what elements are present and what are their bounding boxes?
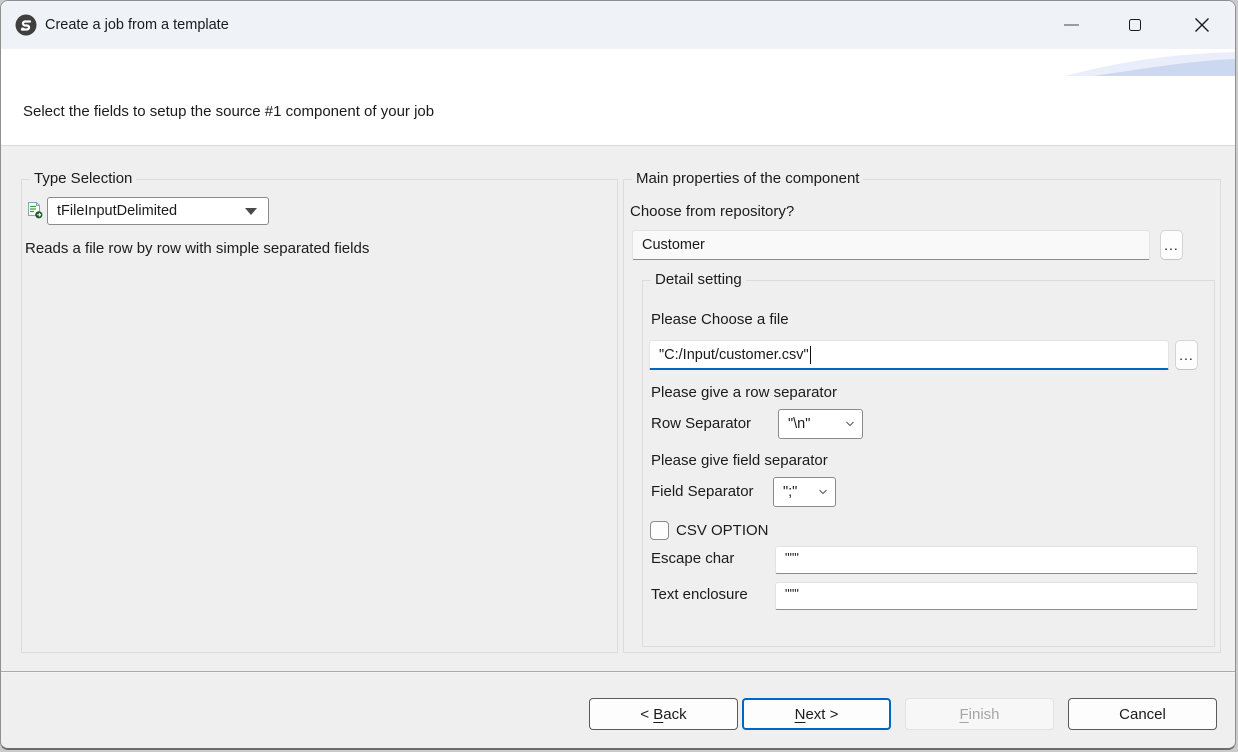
escape-char-value: """ (785, 550, 799, 565)
field-separator-combo[interactable]: ";" (773, 477, 836, 507)
csv-option-checkbox[interactable] (650, 521, 669, 540)
field-separator-value: ";" (783, 484, 797, 500)
component-type-value: tFileInputDelimited (57, 203, 177, 219)
main-properties-title: Main properties of the component (632, 170, 863, 187)
repository-name-field[interactable]: Customer (632, 230, 1150, 260)
detail-setting-title: Detail setting (651, 271, 746, 288)
maximize-icon (1129, 19, 1141, 31)
detail-setting-group: Detail setting Please Choose a file "C:/… (642, 280, 1215, 647)
row-separator-prompt: Please give a row separator (651, 384, 837, 401)
titlebar[interactable]: Create a job from a template (1, 1, 1235, 49)
wizard-step-message: Select the fields to setup the source #1… (23, 103, 434, 120)
window-title: Create a job from a template (45, 1, 229, 49)
dropdown-arrow-icon (245, 208, 257, 215)
text-enclosure-label: Text enclosure (651, 586, 748, 603)
escape-char-label: Escape char (651, 550, 734, 567)
text-caret (810, 346, 812, 364)
banner-swoosh (1065, 50, 1235, 81)
minimize-icon (1064, 24, 1079, 26)
maximize-button[interactable] (1112, 1, 1158, 49)
minimize-button[interactable] (1048, 1, 1094, 49)
chevron-down-icon (819, 488, 827, 496)
row-separator-label: Row Separator (651, 415, 751, 432)
main-properties-group: Main properties of the component Choose … (623, 179, 1221, 653)
field-separator-prompt: Please give field separator (651, 452, 828, 469)
close-icon (1194, 17, 1210, 33)
cancel-button[interactable]: Cancel (1068, 698, 1217, 730)
csv-option-label: CSV OPTION (676, 522, 769, 539)
row-separator-combo[interactable]: "\n" (778, 409, 863, 439)
component-description: Reads a file row by row with simple sepa… (25, 240, 369, 257)
component-type-combo[interactable]: tFileInputDelimited (47, 197, 269, 225)
finish-button[interactable]: Finish (905, 698, 1054, 730)
file-prompt-label: Please Choose a file (651, 311, 789, 328)
escape-char-field[interactable]: """ (775, 546, 1198, 574)
next-button[interactable]: Next > (742, 698, 891, 730)
button-bar-separator (1, 671, 1235, 673)
row-separator-value: "\n" (788, 416, 810, 432)
back-button[interactable]: < Back (589, 698, 738, 730)
text-enclosure-field[interactable]: """ (775, 582, 1198, 610)
wizard-header: Select the fields to setup the source #1… (1, 49, 1235, 146)
dialog-window: Create a job from a template Select the … (0, 0, 1236, 750)
component-file-icon (26, 202, 43, 224)
file-browse-button[interactable]: ... (1175, 340, 1198, 370)
chevron-down-icon (846, 420, 854, 428)
file-path-field[interactable]: "C:/Input/customer.csv" (649, 340, 1169, 370)
type-selection-title: Type Selection (30, 170, 136, 187)
file-browse-label: ... (1179, 347, 1194, 363)
repository-question-label: Choose from repository? (630, 203, 794, 220)
repository-browse-label: ... (1164, 237, 1179, 253)
repository-browse-button[interactable]: ... (1160, 230, 1183, 260)
repository-name-value: Customer (642, 237, 705, 253)
file-path-value: "C:/Input/customer.csv" (659, 347, 809, 363)
close-button[interactable] (1179, 1, 1225, 49)
type-selection-group: Type Selection tFileInputDelimited Reads… (21, 179, 618, 653)
app-icon (15, 14, 37, 36)
text-enclosure-value: """ (785, 586, 799, 601)
field-separator-label: Field Separator (651, 483, 754, 500)
